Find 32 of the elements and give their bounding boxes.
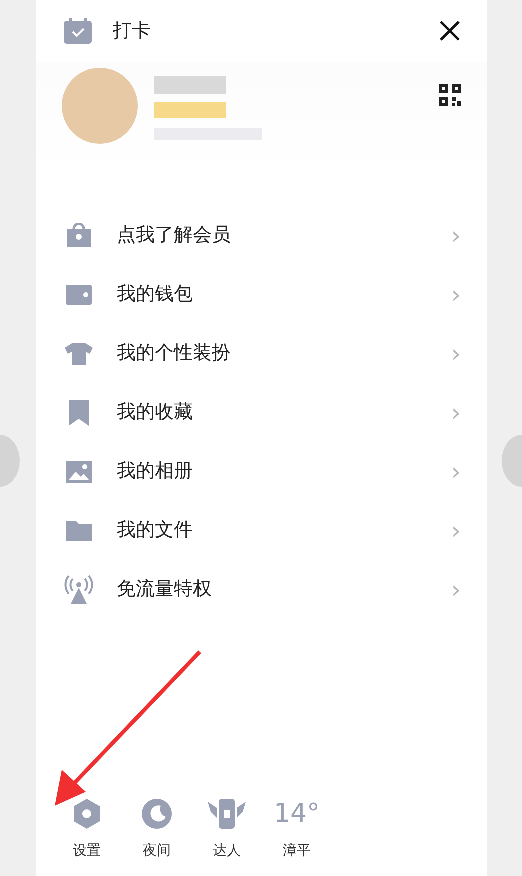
image-icon xyxy=(65,460,93,484)
check-in-title[interactable]: 打卡 xyxy=(113,16,151,46)
toolbar-label[interactable]: 达人 xyxy=(213,841,241,862)
menu-item[interactable]: 我的个性装扮 xyxy=(117,339,452,368)
folder-icon xyxy=(65,518,93,542)
settings-icon xyxy=(72,798,102,830)
wallet-icon xyxy=(65,282,93,306)
menu-item[interactable]: 我的相册 xyxy=(117,457,452,486)
shop-bag-icon xyxy=(65,222,93,248)
calendar-check-icon[interactable] xyxy=(64,18,92,44)
chevron: › xyxy=(451,460,461,484)
antenna-icon xyxy=(64,574,94,604)
toolbar-label[interactable]: 设置 xyxy=(73,841,101,862)
menu-item[interactable]: 我的钱包 xyxy=(117,280,452,309)
chevron: › xyxy=(451,342,461,366)
winged-badge-icon xyxy=(207,798,247,830)
toolbar-label[interactable]: 夜间 xyxy=(143,841,171,862)
chevron: › xyxy=(451,282,461,306)
menu-item[interactable]: 我的收藏 xyxy=(117,398,452,427)
shirt-icon xyxy=(64,342,94,366)
moon-icon xyxy=(141,798,173,830)
close-icon[interactable] xyxy=(439,20,461,42)
menu-item[interactable]: 点我了解会员 xyxy=(117,221,452,250)
chevron: › xyxy=(451,224,461,248)
qr-code-icon[interactable] xyxy=(439,84,461,106)
chevron: › xyxy=(451,400,461,424)
chevron: › xyxy=(451,578,461,602)
chevron: › xyxy=(451,518,461,542)
menu-item[interactable]: 我的文件 xyxy=(117,516,452,545)
bookmark-icon xyxy=(67,398,91,426)
toolbar-label[interactable]: 漳平 xyxy=(283,841,311,862)
menu-item[interactable]: 免流量特权 xyxy=(117,575,452,604)
